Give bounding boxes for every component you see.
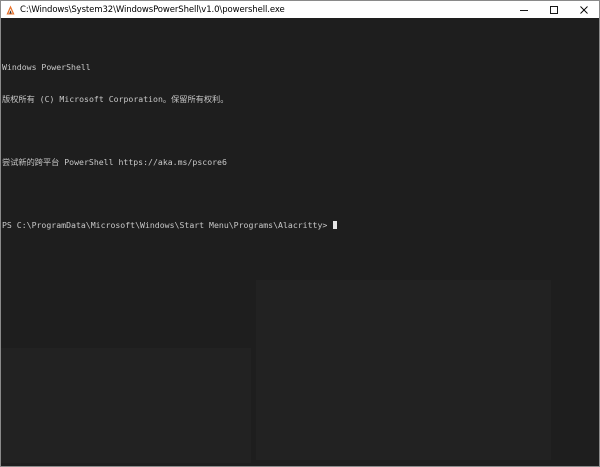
minimize-button[interactable] [509,1,539,18]
terminal-line: 尝试新的跨平台 PowerShell https://aka.ms/pscore… [2,156,227,167]
terminal-line: 版权所有 (C) Microsoft Corporation。保留所有权利。 [2,93,229,104]
maximize-icon [550,5,558,14]
terminal-window: C:\Windows\System32\WindowsPowerShell\v1… [0,0,600,467]
maximize-button[interactable] [539,1,569,18]
title-bar[interactable]: C:\Windows\System32\WindowsPowerShell\v1… [1,1,599,18]
prompt-text: PS C:\ProgramData\Microsoft\Windows\Star… [2,219,333,230]
window-controls [509,1,599,18]
window-title: C:\Windows\System32\WindowsPowerShell\v1… [20,4,285,15]
terminal-line: Windows PowerShell [2,62,91,72]
minimize-icon [520,9,528,11]
text-cursor [333,220,338,229]
close-button[interactable] [569,1,599,18]
close-icon [580,5,588,14]
alacritty-icon [2,1,18,18]
terminal-output[interactable]: Windows PowerShell 版权所有 (C) Microsoft Co… [1,18,599,466]
prompt-line[interactable]: PS C:\ProgramData\Microsoft\Windows\Star… [2,220,599,231]
